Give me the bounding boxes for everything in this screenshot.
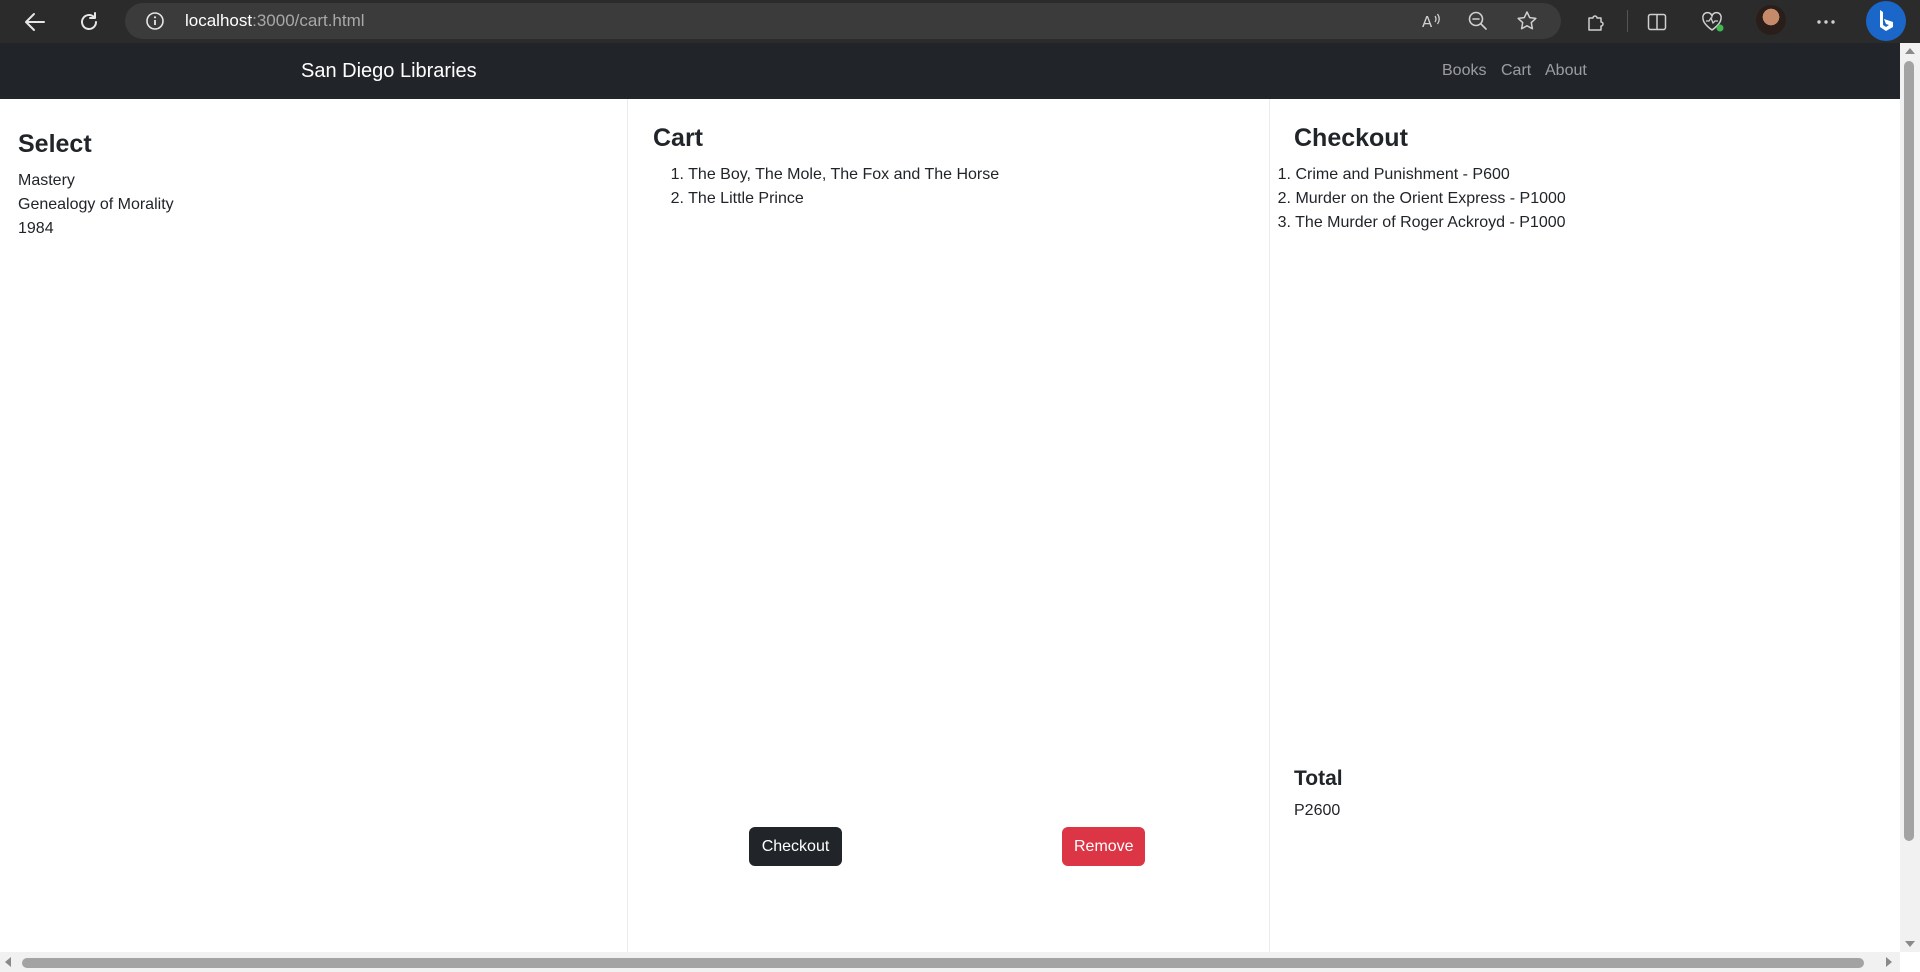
more-options-icon[interactable] (1810, 6, 1842, 38)
split-screen-icon[interactable] (1641, 6, 1673, 38)
site-info-icon[interactable] (145, 11, 165, 36)
nav-link-about[interactable]: About (1545, 61, 1587, 81)
read-aloud-icon[interactable]: A (1415, 5, 1447, 37)
zoom-out-icon[interactable] (1462, 5, 1494, 37)
scroll-down-arrow-icon[interactable] (1905, 941, 1915, 947)
checkout-item: 2. Murder on the Orient Express - P1000 (1277, 187, 1566, 211)
remove-button[interactable]: Remove (1062, 827, 1145, 866)
cart-list: 1. The Boy, The Mole, The Fox and The Ho… (668, 163, 999, 211)
back-arrow-icon[interactable] (17, 4, 53, 40)
select-title: Select (18, 130, 92, 158)
scroll-right-arrow-icon[interactable] (1886, 957, 1892, 967)
nav-link-cart[interactable]: Cart (1501, 61, 1531, 81)
extensions-puzzle-icon[interactable] (1580, 6, 1612, 38)
app-navbar: San Diego Libraries Books Cart About (0, 43, 1900, 99)
select-item[interactable]: 1984 (18, 217, 174, 241)
select-item[interactable]: Mastery (18, 169, 174, 193)
checkout-item-number: 3. (1277, 214, 1291, 231)
url-text: localhost:3000/cart.html (185, 11, 365, 31)
total-value: P2600 (1294, 802, 1341, 819)
vertical-scroll-thumb[interactable] (1904, 61, 1914, 841)
browser-toolbar: localhost:3000/cart.html A (0, 0, 1920, 43)
checkout-column: Checkout 1. Crime and Punishment - P600 … (1271, 99, 1900, 952)
refresh-icon[interactable] (71, 4, 107, 40)
scroll-left-arrow-icon[interactable] (5, 957, 11, 967)
url-path: :3000/cart.html (252, 11, 365, 30)
cart-item-number: 1. (670, 166, 684, 183)
cart-title: Cart (653, 124, 704, 152)
select-list: Mastery Genealogy of Morality 1984 (18, 169, 174, 241)
checkout-item-text: Crime and Punishment - P600 (1295, 166, 1510, 183)
profile-avatar[interactable] (1756, 5, 1786, 35)
checkout-button[interactable]: Checkout (749, 827, 842, 866)
cart-item-number: 2. (670, 190, 684, 207)
cart-item[interactable]: 1. The Boy, The Mole, The Fox and The Ho… (668, 163, 999, 187)
checkout-title: Checkout (1294, 124, 1408, 152)
horizontal-scrollbar[interactable] (0, 952, 1900, 972)
checkout-list: 1. Crime and Punishment - P600 2. Murder… (1277, 163, 1566, 235)
checkout-item-text: The Murder of Roger Ackroyd - P1000 (1295, 214, 1566, 231)
nav-link-books[interactable]: Books (1442, 61, 1486, 81)
checkout-item-number: 2. (1277, 190, 1291, 207)
toolbar-separator (1627, 10, 1628, 32)
vertical-scrollbar[interactable] (1900, 43, 1920, 952)
scroll-up-arrow-icon[interactable] (1905, 48, 1915, 54)
checkout-item: 1. Crime and Punishment - P600 (1277, 163, 1566, 187)
cart-item[interactable]: 2. The Little Prince (668, 187, 999, 211)
checkout-item-text: Murder on the Orient Express - P1000 (1295, 190, 1566, 207)
total-label: Total (1294, 767, 1343, 790)
browser-essentials-heart-icon[interactable] (1697, 6, 1729, 38)
checkout-item-number: 1. (1277, 166, 1291, 183)
select-item[interactable]: Genealogy of Morality (18, 193, 174, 217)
horizontal-scroll-thumb[interactable] (22, 958, 1864, 968)
select-column: Select Mastery Genealogy of Morality 198… (0, 99, 628, 952)
url-host: localhost (185, 11, 253, 30)
brand-link[interactable]: San Diego Libraries (301, 58, 477, 84)
checkout-item: 3. The Murder of Roger Ackroyd - P1000 (1277, 211, 1566, 235)
cart-column: Cart 1. The Boy, The Mole, The Fox and T… (629, 99, 1270, 952)
cart-item-title: The Boy, The Mole, The Fox and The Horse (688, 166, 1000, 183)
svg-text:A: A (1422, 13, 1433, 31)
bing-copilot-icon[interactable] (1866, 1, 1906, 41)
favorite-star-icon[interactable] (1511, 5, 1543, 37)
cart-item-title: The Little Prince (688, 190, 804, 207)
address-bar[interactable]: localhost:3000/cart.html A (125, 3, 1561, 39)
